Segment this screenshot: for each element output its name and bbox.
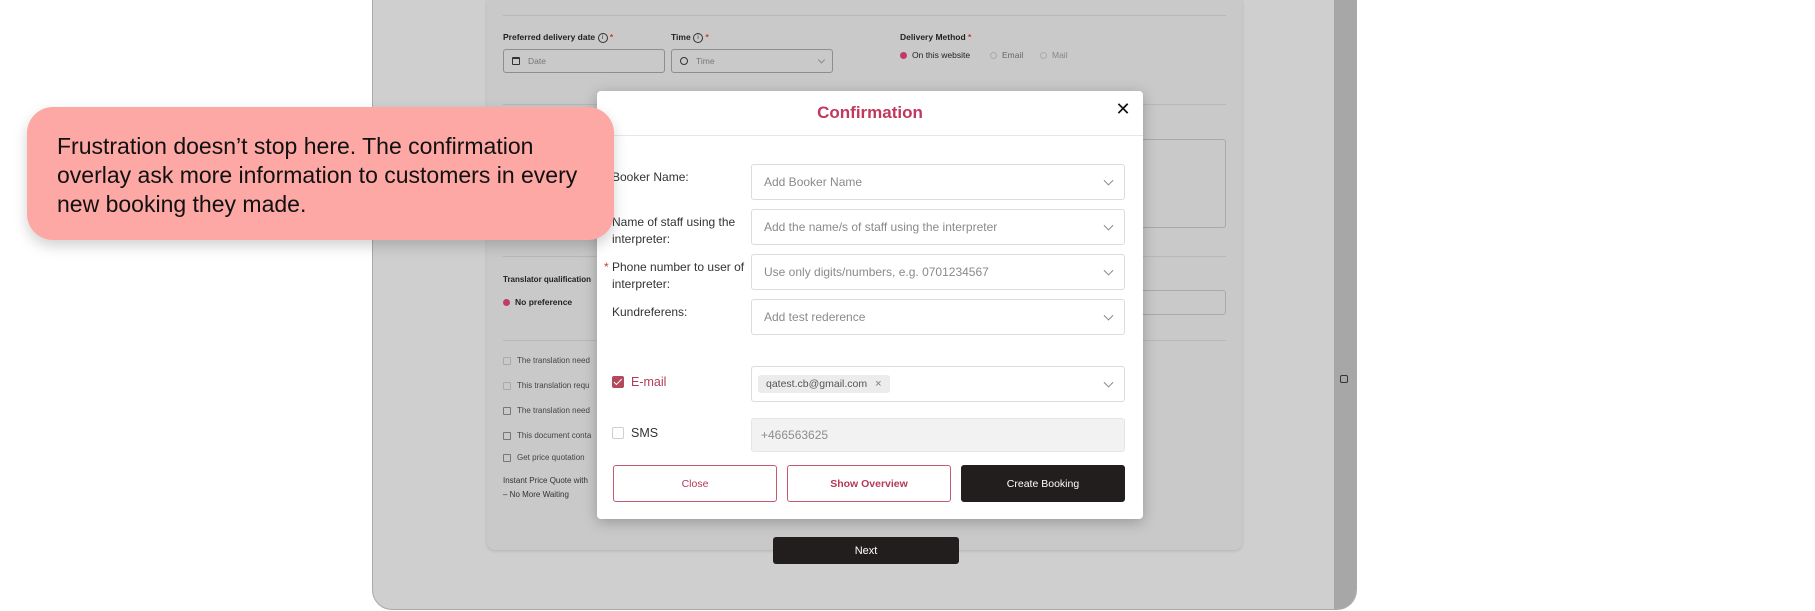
divider — [503, 15, 1226, 16]
checkbox-item[interactable]: This translation requ — [503, 381, 589, 390]
info-icon: i — [693, 32, 704, 43]
staff-name-field[interactable]: Add the name/s of staff using the interp… — [751, 209, 1125, 245]
modal-title: Confirmation — [817, 103, 923, 122]
checkbox — [503, 356, 511, 365]
translator-qualification-label: Translator qualification — [503, 275, 592, 284]
chevron-down-icon — [1103, 265, 1114, 276]
next-button[interactable]: Next — [773, 537, 959, 564]
staff-name-label: Name of staff using the interpreter: — [612, 215, 736, 246]
calendar-icon — [512, 57, 520, 65]
email-select-field[interactable]: qatest.cb@gmail.com × — [751, 366, 1125, 402]
email-chip: qatest.cb@gmail.com × — [758, 375, 890, 393]
scrollbar-handle[interactable] — [1340, 375, 1348, 383]
booker-name-label: Booker Name: — [612, 170, 689, 184]
radio-dot — [503, 298, 510, 306]
email-checkbox[interactable] — [612, 376, 624, 388]
create-booking-button[interactable]: Create Booking — [961, 465, 1125, 502]
kundreferens-field[interactable]: Add test rederence — [751, 299, 1125, 335]
date-field[interactable]: Date — [503, 49, 665, 73]
remove-chip-icon[interactable]: × — [875, 378, 881, 390]
sms-phone-field[interactable]: +466563625 — [751, 418, 1125, 452]
delivery-date-label: Preferred delivery date i * — [503, 32, 614, 43]
instant-quote-line1: Instant Price Quote with — [503, 476, 588, 485]
radio-mail[interactable]: Mail — [1040, 50, 1068, 60]
chevron-down-icon — [817, 56, 826, 64]
radio-dot — [1040, 51, 1047, 59]
kundreferens-label: Kundreferens: — [612, 305, 688, 319]
radio-no-preference[interactable]: No preference — [503, 297, 572, 307]
instant-quote-line2: – No More Waiting — [503, 490, 569, 499]
email-checkbox-row[interactable]: E-mail — [612, 375, 666, 389]
annotation-callout: Frustration doesn’t stop here. The confi… — [27, 107, 614, 240]
confirmation-modal: Confirmation ✕ Booker Name: Add Booker N… — [597, 91, 1143, 519]
chevron-down-icon — [1103, 377, 1114, 388]
checkbox-item[interactable]: The translation need — [503, 406, 590, 415]
checkbox — [503, 381, 511, 390]
checkbox-item[interactable]: Get price quotation — [503, 453, 585, 462]
checkbox — [503, 406, 511, 415]
sms-checkbox[interactable] — [612, 427, 624, 439]
close-icon[interactable]: ✕ — [1113, 99, 1133, 119]
info-icon: i — [597, 32, 608, 43]
radio-dot — [900, 51, 907, 59]
chevron-down-icon — [1103, 310, 1114, 321]
chevron-down-icon — [1103, 220, 1114, 231]
phone-number-label: * Phone number to user of interpreter: — [604, 260, 745, 291]
radio-on-this-website[interactable]: On this website — [900, 50, 970, 60]
checkbox — [503, 453, 511, 462]
radio-email[interactable]: Email — [990, 50, 1023, 60]
checkbox-item[interactable]: The translation need — [503, 356, 590, 365]
checkbox-item[interactable]: This document conta — [503, 431, 591, 440]
clock-icon — [680, 57, 688, 65]
checkbox — [503, 431, 511, 440]
chevron-down-icon — [1103, 175, 1114, 186]
booker-name-field[interactable]: Add Booker Name — [751, 164, 1125, 200]
show-overview-button[interactable]: Show Overview — [787, 465, 951, 502]
radio-dot — [990, 51, 997, 59]
delivery-method-label: Delivery Method * — [900, 32, 972, 42]
time-field[interactable]: Time — [671, 49, 833, 73]
divider — [597, 135, 1143, 136]
phone-number-field[interactable]: Use only digits/numbers, e.g. 0701234567 — [751, 254, 1125, 290]
close-button[interactable]: Close — [613, 465, 777, 502]
sms-checkbox-row[interactable]: SMS — [612, 426, 658, 440]
time-label: Time i * — [671, 32, 709, 43]
scrollbar[interactable] — [1334, 0, 1356, 609]
